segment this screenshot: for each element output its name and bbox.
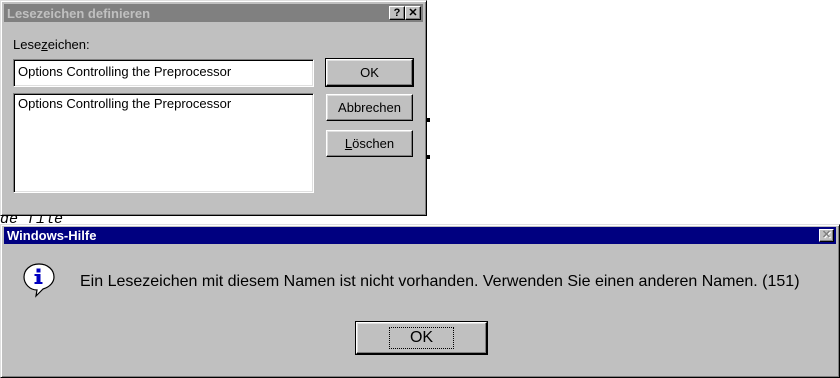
ok-button[interactable]: OK	[325, 58, 414, 87]
bookmark-name-field[interactable]: Options Controlling the Preprocessor	[13, 59, 314, 87]
message-box-title: Windows-Hilfe	[7, 228, 97, 243]
bookmark-dialog-titlebar[interactable]: Lesezeichen definieren ? ✕	[4, 4, 423, 22]
bookmark-name-label: Lesezeichen:	[13, 37, 90, 52]
delete-button-label: Löschen	[344, 136, 395, 151]
info-icon-graphic	[23, 263, 55, 298]
ok-button-label: OK	[360, 65, 379, 80]
close-button[interactable]: ✕	[405, 6, 421, 20]
bookmark-dialog-title: Lesezeichen definieren	[7, 5, 151, 21]
cancel-button[interactable]: Abbrechen	[326, 94, 413, 121]
message-ok-button-label: OK	[388, 327, 455, 349]
delete-button[interactable]: Löschen	[326, 130, 413, 157]
message-text: Ein Lesezeichen mit diesem Namen ist nic…	[80, 273, 800, 290]
info-icon	[22, 262, 56, 298]
list-item[interactable]: Options Controlling the Preprocessor	[18, 96, 309, 112]
message-box: Windows-Hilfe ✕ Ein Lesezeichen mit dies…	[0, 224, 840, 378]
bookmark-name-value: Options Controlling the Preprocessor	[18, 64, 232, 79]
bookmark-dialog: Lesezeichen definieren ? ✕ Lesezeichen: …	[0, 0, 427, 216]
message-ok-button[interactable]: OK	[355, 321, 488, 355]
bookmark-list[interactable]: Options Controlling the Preprocessor	[13, 93, 314, 193]
cancel-button-label: Abbrechen	[338, 100, 401, 115]
help-button[interactable]: ?	[389, 6, 405, 20]
close-button-disabled[interactable]: ✕	[819, 229, 834, 242]
message-box-titlebar[interactable]: Windows-Hilfe ✕	[4, 227, 836, 244]
